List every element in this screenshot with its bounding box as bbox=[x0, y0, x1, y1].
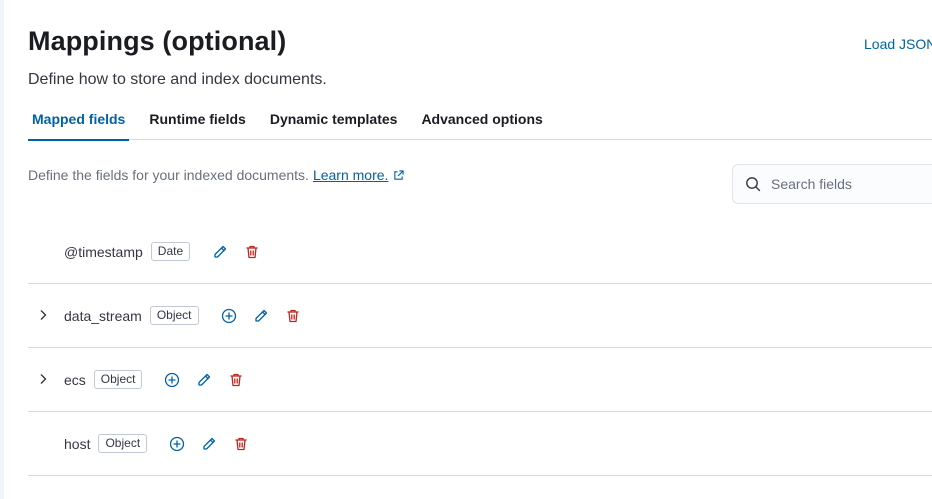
field-row-ecs: ecs Object bbox=[28, 348, 932, 412]
description-text: Define the fields for your indexed docum… bbox=[28, 167, 309, 183]
tab-runtime-fields[interactable]: Runtime fields bbox=[145, 102, 249, 140]
trash-icon[interactable] bbox=[220, 368, 252, 392]
tab-dynamic-templates[interactable]: Dynamic templates bbox=[266, 102, 402, 140]
field-row-timestamp: @timestamp Date bbox=[28, 220, 932, 284]
search-input[interactable] bbox=[771, 176, 921, 192]
field-row-data-stream: data_stream Object bbox=[28, 284, 932, 348]
field-row-host: host Object bbox=[28, 412, 932, 476]
search-field[interactable] bbox=[732, 164, 932, 204]
external-link-icon bbox=[393, 169, 405, 181]
pencil-icon[interactable] bbox=[245, 304, 277, 328]
plus-in-circle-icon[interactable] bbox=[156, 368, 188, 392]
page-title: Mappings (optional) bbox=[28, 26, 287, 56]
field-type-badge: Object bbox=[93, 370, 143, 389]
field-name: host bbox=[64, 435, 91, 452]
learn-more-link[interactable]: Learn more. bbox=[313, 167, 388, 183]
plus-in-circle-icon[interactable] bbox=[161, 432, 193, 456]
plus-in-circle-icon[interactable] bbox=[213, 304, 245, 328]
field-type-badge: Date bbox=[150, 242, 191, 261]
mappings-panel: Mappings (optional) Load JSON Define how… bbox=[0, 0, 932, 499]
field-name: data_stream bbox=[64, 307, 142, 324]
chevron-right-icon[interactable] bbox=[36, 372, 50, 386]
page-subtitle: Define how to store and index documents. bbox=[28, 71, 327, 88]
field-type-badge: Object bbox=[98, 434, 148, 453]
fields-description: Define the fields for your indexed docum… bbox=[28, 167, 405, 183]
pencil-icon[interactable] bbox=[193, 432, 225, 456]
tab-mapped-fields[interactable]: Mapped fields bbox=[28, 102, 130, 141]
tab-advanced-options[interactable]: Advanced options bbox=[417, 102, 546, 140]
search-icon bbox=[745, 176, 761, 192]
load-json-button[interactable]: Load JSON bbox=[864, 36, 932, 52]
field-name: ecs bbox=[64, 371, 86, 388]
field-type-badge: Object bbox=[149, 306, 199, 325]
chevron-right-icon[interactable] bbox=[36, 308, 50, 322]
trash-icon[interactable] bbox=[277, 304, 309, 328]
pencil-icon[interactable] bbox=[188, 368, 220, 392]
trash-icon[interactable] bbox=[225, 432, 257, 456]
pencil-icon[interactable] bbox=[204, 240, 236, 264]
fields-list: @timestamp Date data_stream Object ecs O… bbox=[28, 220, 932, 476]
trash-icon[interactable] bbox=[236, 240, 268, 264]
field-name: @timestamp bbox=[64, 243, 143, 260]
tab-bar: Mapped fields Runtime fields Dynamic tem… bbox=[28, 102, 932, 141]
